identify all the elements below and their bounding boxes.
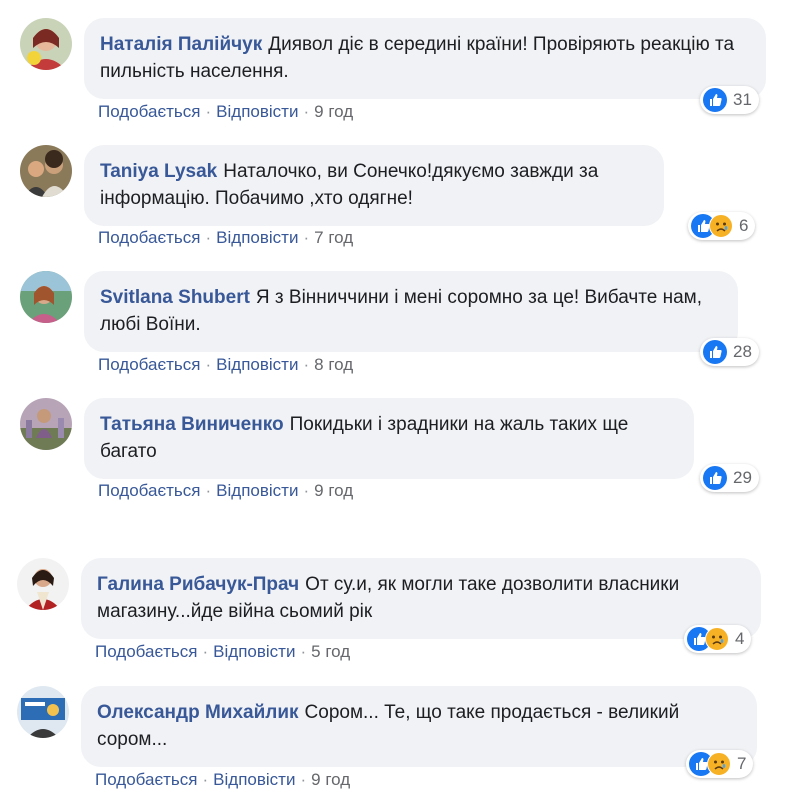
- comment-bubble: Татьяна Виниченко Покидьки і зрадники на …: [84, 398, 694, 479]
- avatar[interactable]: [20, 145, 72, 197]
- separator: ·: [205, 481, 212, 500]
- reaction-badge[interactable]: 4: [684, 625, 752, 653]
- reply-link[interactable]: Відповісти: [216, 228, 298, 247]
- comment-author[interactable]: Наталія Палійчук: [100, 34, 262, 55]
- comment-author[interactable]: Олександр Михайлик: [97, 702, 299, 723]
- like-reaction-icon: [703, 466, 727, 490]
- comment-actions: Подобається · Відповісти · 9 год: [98, 481, 353, 501]
- comment-bubble: Наталія Палійчук Диявол діє в середині кр…: [84, 18, 766, 99]
- separator: ·: [202, 642, 209, 661]
- comment-bubble: Svitlana Shubert Я з Вінниччини і мені со…: [84, 271, 738, 352]
- sad-reaction-icon: [707, 752, 731, 776]
- reaction-count: 4: [735, 629, 745, 648]
- separator: ·: [205, 102, 212, 121]
- separator: ·: [303, 355, 310, 374]
- separator: ·: [303, 481, 310, 500]
- reply-link[interactable]: Відповісти: [213, 770, 295, 789]
- avatar[interactable]: [20, 18, 72, 70]
- like-link[interactable]: Подобається: [98, 355, 201, 374]
- separator: ·: [300, 642, 307, 661]
- reaction-count: 29: [733, 468, 752, 487]
- comment-bubble: Галина Рибачук-Прач От су.и, як могли так…: [81, 558, 761, 639]
- comment-author[interactable]: Татьяна Виниченко: [100, 414, 284, 435]
- comment-author[interactable]: Taniya Lysak: [100, 161, 217, 182]
- comment-actions: Подобається · Відповісти · 7 год: [98, 228, 353, 248]
- like-reaction-icon: [703, 340, 727, 364]
- reaction-count: 7: [737, 754, 747, 773]
- avatar[interactable]: [17, 558, 69, 610]
- reply-link[interactable]: Відповісти: [216, 481, 298, 500]
- comment-time[interactable]: 9 год: [311, 770, 350, 789]
- reply-link[interactable]: Відповісти: [216, 355, 298, 374]
- separator: ·: [205, 228, 212, 247]
- like-link[interactable]: Подобається: [98, 102, 201, 121]
- reply-link[interactable]: Відповісти: [213, 642, 295, 661]
- like-link[interactable]: Подобається: [98, 481, 201, 500]
- separator: ·: [300, 770, 307, 789]
- reply-link[interactable]: Відповісти: [216, 102, 298, 121]
- like-link[interactable]: Подобається: [98, 228, 201, 247]
- reaction-badge[interactable]: 31: [700, 86, 759, 114]
- sad-reaction-icon: [705, 627, 729, 651]
- reaction-badge[interactable]: 29: [700, 464, 759, 492]
- separator: ·: [205, 355, 212, 374]
- avatar[interactable]: [20, 398, 72, 450]
- comment-actions: Подобається · Відповісти · 5 год: [95, 642, 350, 662]
- like-link[interactable]: Подобається: [95, 770, 198, 789]
- comment-bubble: Олександр Михайлик Сором... Те, що таке п…: [81, 686, 757, 767]
- reaction-badge[interactable]: 6: [688, 212, 756, 240]
- comment-bubble: Taniya Lysak Наталочко, ви Сонечко!дякуєм…: [84, 145, 664, 226]
- like-link[interactable]: Подобається: [95, 642, 198, 661]
- reaction-badge[interactable]: 7: [686, 750, 754, 778]
- comment-author[interactable]: Галина Рибачук-Прач: [97, 574, 299, 595]
- separator: ·: [303, 102, 310, 121]
- comment-actions: Подобається · Відповісти · 9 год: [95, 770, 350, 790]
- comment-time[interactable]: 5 год: [311, 642, 350, 661]
- sad-reaction-icon: [709, 214, 733, 238]
- comment-time[interactable]: 8 год: [314, 355, 353, 374]
- avatar[interactable]: [20, 271, 72, 323]
- comment-actions: Подобається · Відповісти · 9 год: [98, 102, 353, 122]
- like-reaction-icon: [703, 88, 727, 112]
- comment-actions: Подобається · Відповісти · 8 год: [98, 355, 353, 375]
- reaction-count: 28: [733, 342, 752, 361]
- avatar[interactable]: [17, 686, 69, 738]
- separator: ·: [303, 228, 310, 247]
- reaction-count: 31: [733, 90, 752, 109]
- comment-author[interactable]: Svitlana Shubert: [100, 287, 250, 308]
- comment-time[interactable]: 9 год: [314, 481, 353, 500]
- separator: ·: [202, 770, 209, 789]
- comment-time[interactable]: 7 год: [314, 228, 353, 247]
- reaction-badge[interactable]: 28: [700, 338, 759, 366]
- reaction-count: 6: [739, 216, 749, 235]
- comment-time[interactable]: 9 год: [314, 102, 353, 121]
